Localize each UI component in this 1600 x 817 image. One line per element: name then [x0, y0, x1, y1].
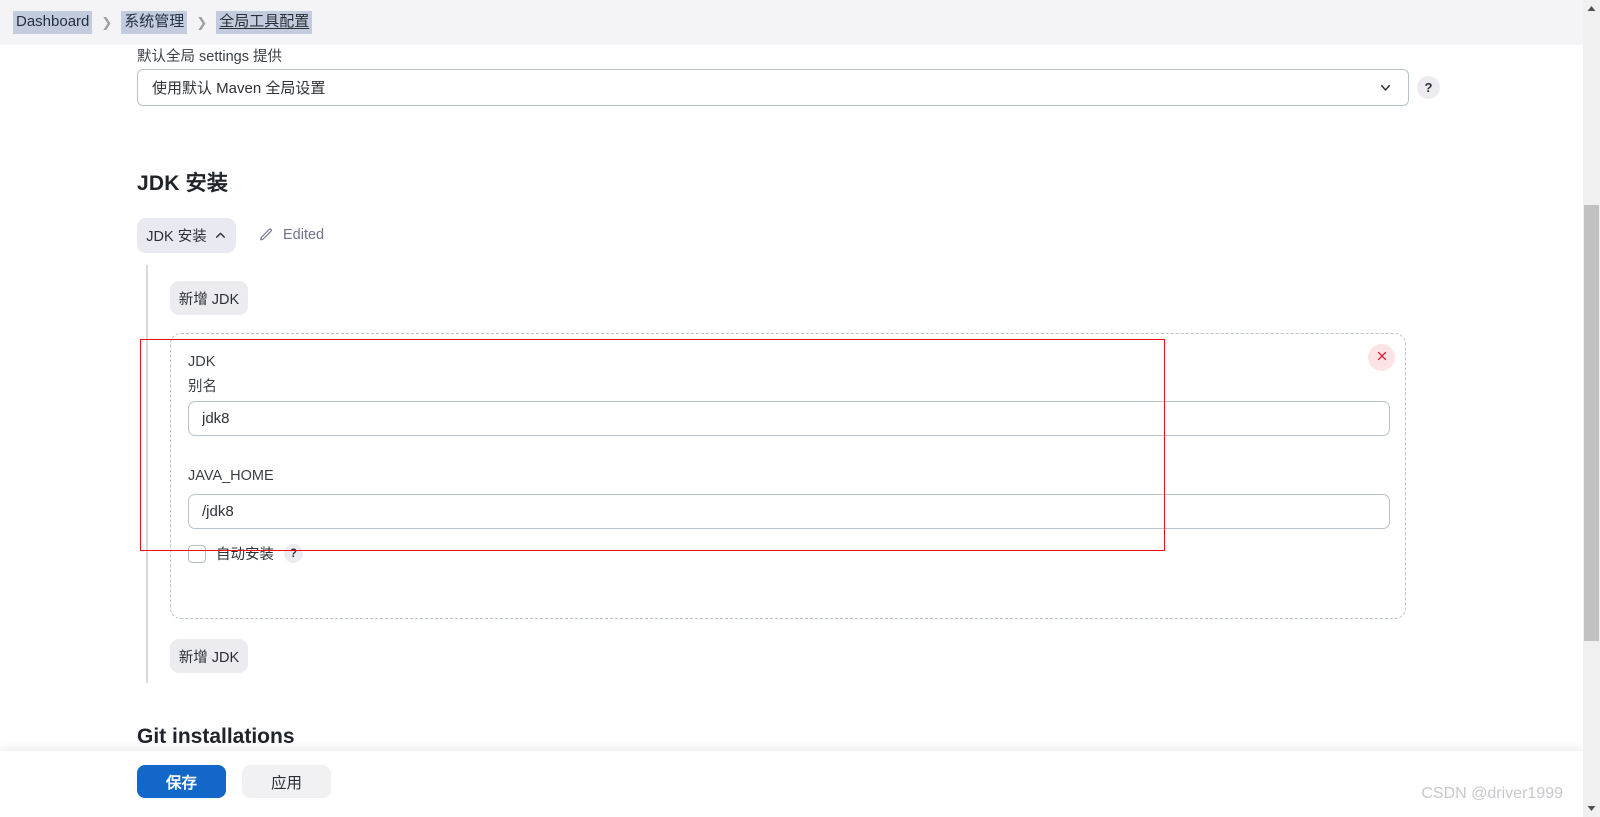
java-home-input[interactable] — [188, 494, 1390, 529]
auto-install-row: 自动安装 ? — [188, 543, 303, 564]
form-footer-bar: 保存 应用 — [0, 751, 1583, 817]
add-jdk-button-top[interactable]: 新增 JDK — [170, 281, 248, 315]
section-guide-line — [146, 265, 148, 683]
jdk-alias-input[interactable] — [188, 401, 1390, 436]
close-icon — [1376, 349, 1388, 367]
breadcrumb-separator-icon: ❯ — [196, 14, 208, 30]
page-content: 默认全局 settings 提供 使用默认 Maven 全局设置 ? JDK 安… — [0, 45, 1583, 817]
pencil-icon — [258, 227, 274, 243]
edited-status: Edited — [258, 227, 324, 243]
jdk-install-collapse-toggle[interactable]: JDK 安装 — [137, 218, 236, 253]
delete-jdk-entry-button[interactable] — [1368, 344, 1395, 371]
add-jdk-button-bottom-label: 新增 JDK — [178, 649, 240, 666]
jdk-type-label: JDK — [188, 354, 216, 370]
maven-settings-selected-value: 使用默认 Maven 全局设置 — [152, 80, 326, 97]
add-jdk-button-bottom[interactable]: 新增 JDK — [170, 639, 248, 673]
auto-install-checkbox[interactable] — [188, 544, 206, 563]
vertical-scrollbar[interactable] — [1583, 0, 1600, 817]
apply-button[interactable]: 应用 — [242, 765, 331, 798]
scroll-thumb[interactable] — [1584, 205, 1599, 641]
save-button[interactable]: 保存 — [137, 765, 226, 798]
scroll-down-arrow-icon[interactable] — [1583, 800, 1600, 817]
browser-viewport: Dashboard ❯ 系统管理 ❯ 全局工具配置 默认全局 settings … — [0, 0, 1583, 817]
scroll-up-arrow-icon[interactable] — [1583, 0, 1600, 17]
jdk-alias-label: 别名 — [188, 379, 217, 395]
add-jdk-button-top-label: 新增 JDK — [178, 291, 240, 308]
edited-status-label: Edited — [283, 227, 325, 243]
jdk-install-collapse-toggle-label: JDK 安装 — [146, 229, 207, 245]
maven-settings-select[interactable]: 使用默认 Maven 全局设置 — [137, 69, 1409, 106]
breadcrumb: Dashboard ❯ 系统管理 ❯ 全局工具配置 — [0, 0, 1583, 45]
chevron-up-icon — [214, 229, 227, 242]
maven-settings-help-icon[interactable]: ? — [1417, 76, 1440, 99]
java-home-label: JAVA_HOME — [188, 468, 274, 484]
auto-install-label: 自动安装 — [216, 547, 274, 563]
jdk-entry-container: JDK 别名 JAVA_HOME 自动安装 ? — [170, 333, 1406, 619]
breadcrumb-item-global-tool-configuration[interactable]: 全局工具配置 — [216, 11, 313, 34]
git-section-title: Git installations — [137, 725, 295, 748]
jdk-section-title: JDK 安装 — [137, 172, 229, 195]
breadcrumb-item-dashboard[interactable]: Dashboard — [13, 11, 93, 34]
breadcrumb-item-system-management[interactable]: 系统管理 — [121, 11, 188, 34]
chevron-down-icon — [1376, 79, 1394, 97]
auto-install-help-icon[interactable]: ? — [284, 544, 303, 563]
breadcrumb-separator-icon: ❯ — [101, 14, 113, 30]
watermark-text: CSDN @driver1999 — [1421, 785, 1563, 802]
maven-settings-label: 默认全局 settings 提供 — [137, 49, 283, 65]
